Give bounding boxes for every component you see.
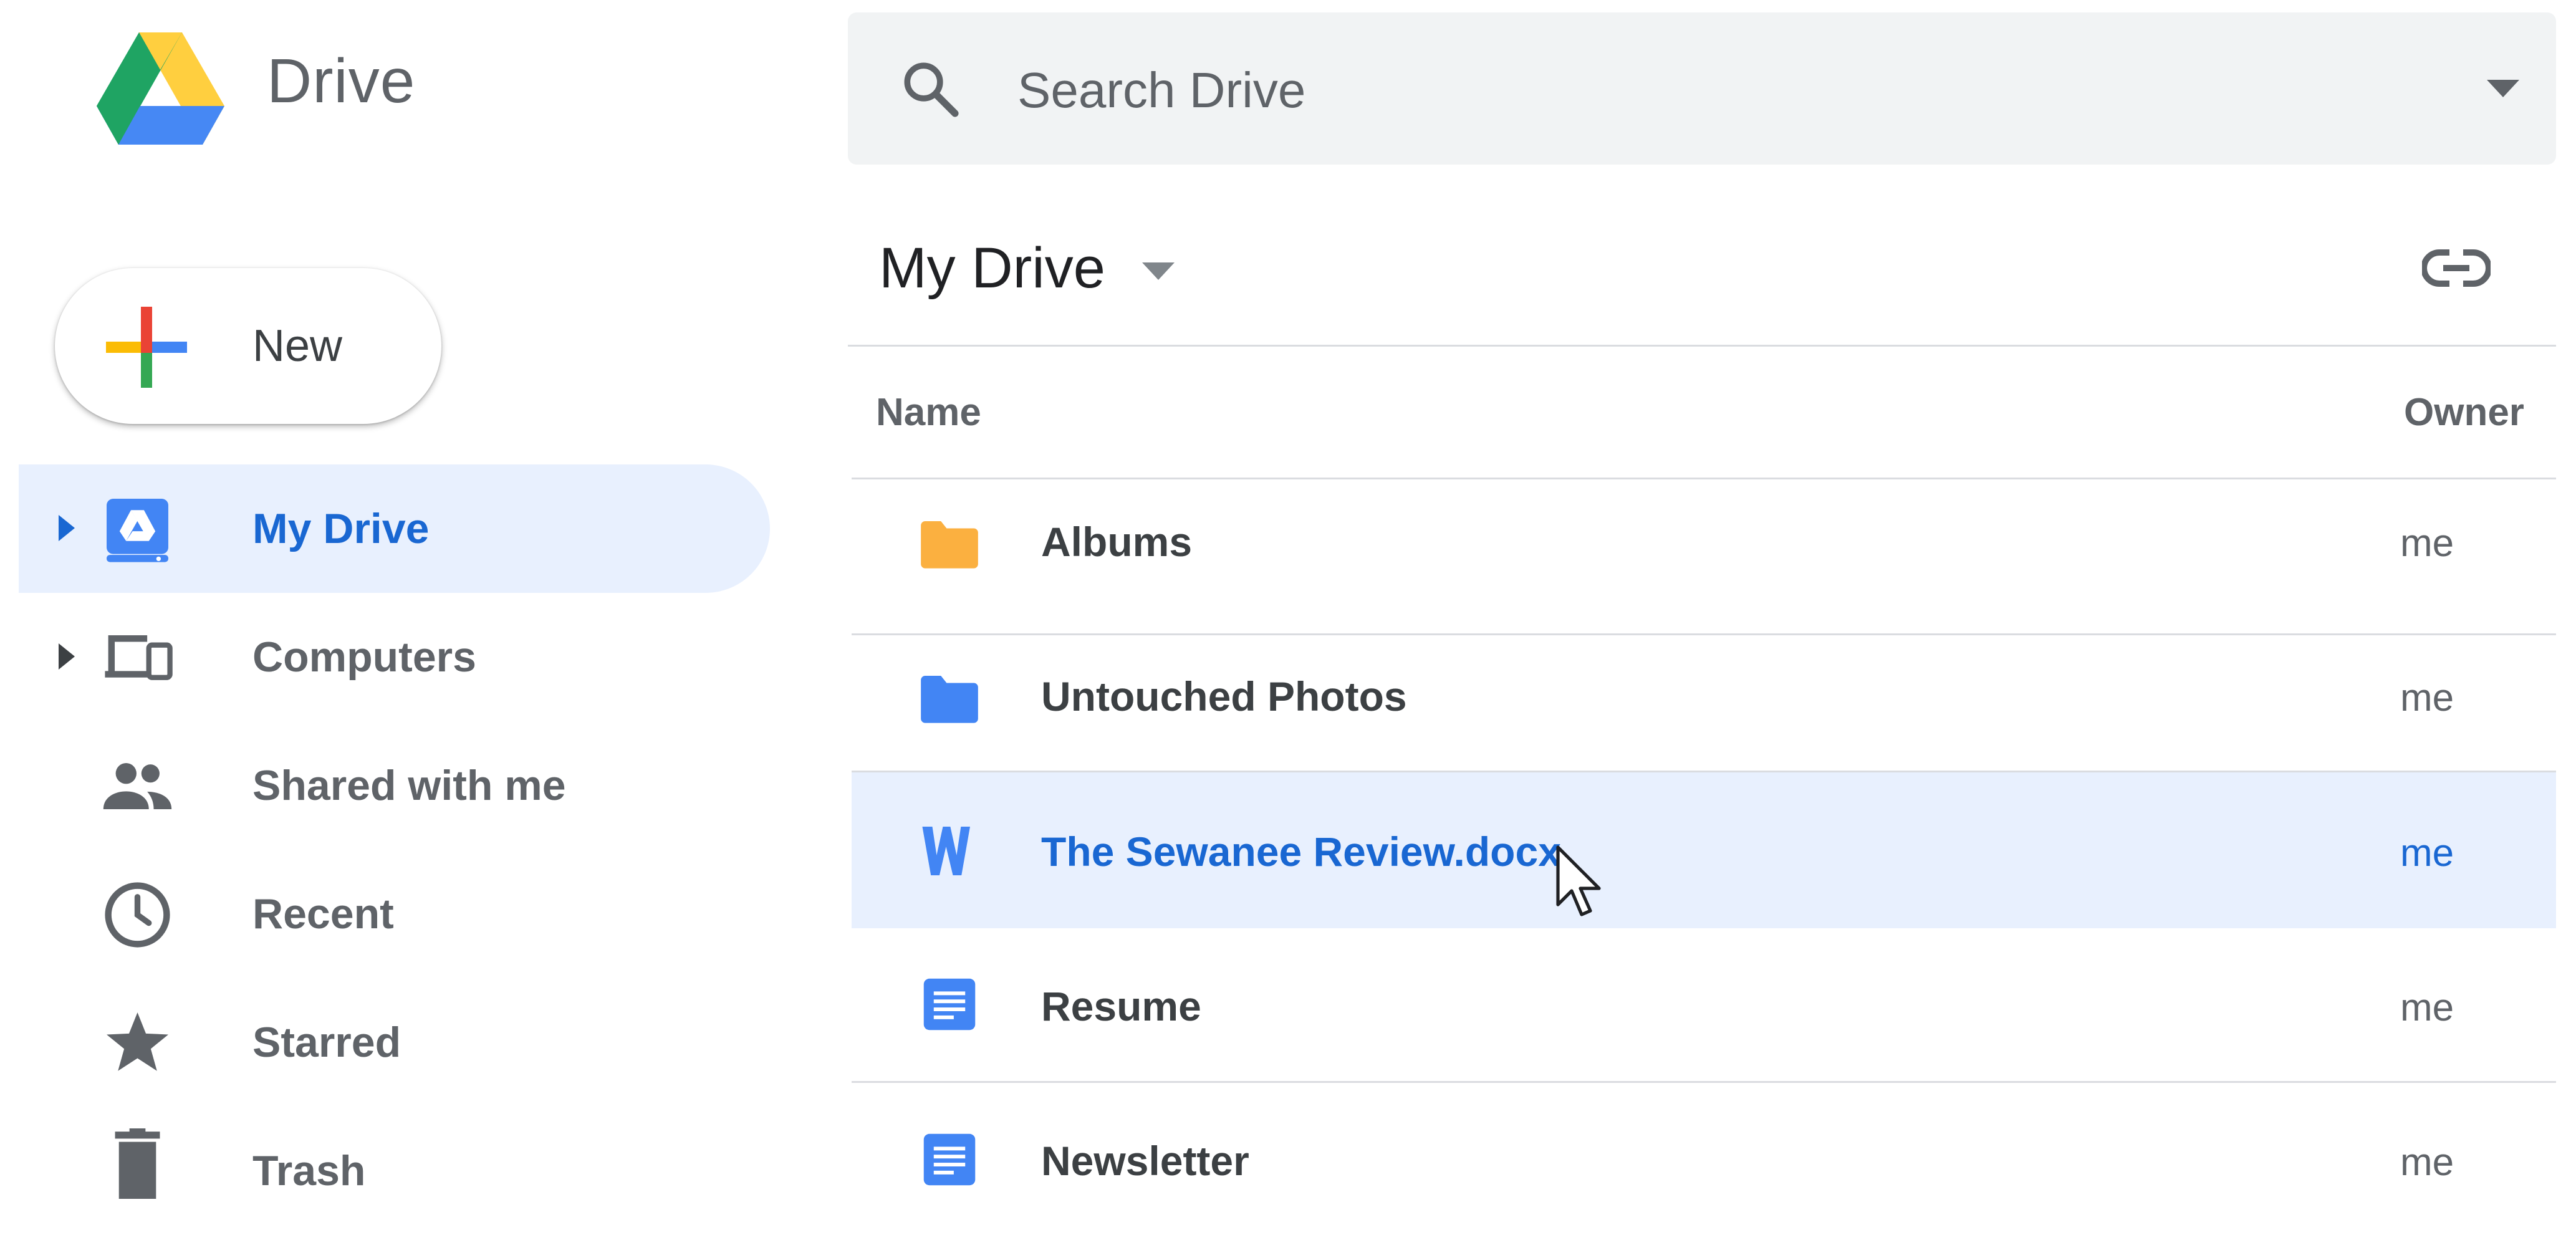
- folder-icon: [915, 666, 984, 734]
- drive-logo-icon[interactable]: [97, 32, 224, 145]
- search-input[interactable]: [1017, 44, 2389, 137]
- google-doc-icon: [915, 1125, 984, 1194]
- new-button-label: New: [252, 321, 343, 371]
- column-header-name[interactable]: Name: [876, 390, 981, 436]
- sidebar-item-label: Shared with me: [252, 762, 566, 809]
- sidebar-item-label: Computers: [252, 633, 476, 681]
- sidebar-item-label: Trash: [252, 1147, 366, 1194]
- star-icon: [99, 1004, 176, 1082]
- row-name: The Sewanee Review.docx: [1041, 829, 1561, 875]
- title-caret-down-icon[interactable]: [1140, 259, 1177, 284]
- header-divider: [848, 345, 2556, 347]
- row-owner: me: [2400, 832, 2454, 875]
- word-doc-icon: [915, 817, 984, 885]
- app-title: Drive: [267, 46, 416, 116]
- row-owner: me: [2400, 986, 2454, 1029]
- row-name: Newsletter: [1041, 1138, 1249, 1184]
- row-name: Resume: [1041, 983, 1201, 1029]
- sidebar-item-label: My Drive: [252, 505, 430, 552]
- computers-icon: [99, 619, 176, 697]
- expand-caret-icon[interactable]: [55, 641, 77, 672]
- row-name: Untouched Photos: [1041, 673, 1407, 719]
- sidebar-item-label: Starred: [252, 1019, 401, 1066]
- column-header-owner[interactable]: Owner: [2404, 390, 2524, 436]
- link-icon[interactable]: [2421, 246, 2492, 290]
- search-icon[interactable]: [898, 56, 963, 122]
- row-owner: me: [2400, 1141, 2454, 1184]
- my-drive-icon: [99, 491, 176, 569]
- search-options-caret-down-icon[interactable]: [2484, 76, 2522, 101]
- trash-icon: [99, 1128, 176, 1206]
- mouse-pointer-icon: [1555, 845, 1605, 920]
- google-doc-icon: [915, 970, 984, 1039]
- expand-caret-icon[interactable]: [55, 512, 77, 544]
- page-title[interactable]: My Drive: [879, 234, 1105, 302]
- folder-icon: [915, 511, 984, 580]
- row-owner: me: [2400, 676, 2454, 719]
- row-owner: me: [2400, 522, 2454, 565]
- clock-icon: [99, 876, 176, 954]
- colorful-plus-icon: [106, 307, 187, 388]
- row-name: Albums: [1041, 519, 1193, 565]
- people-icon: [99, 747, 176, 825]
- sidebar-item-label: Recent: [252, 890, 394, 938]
